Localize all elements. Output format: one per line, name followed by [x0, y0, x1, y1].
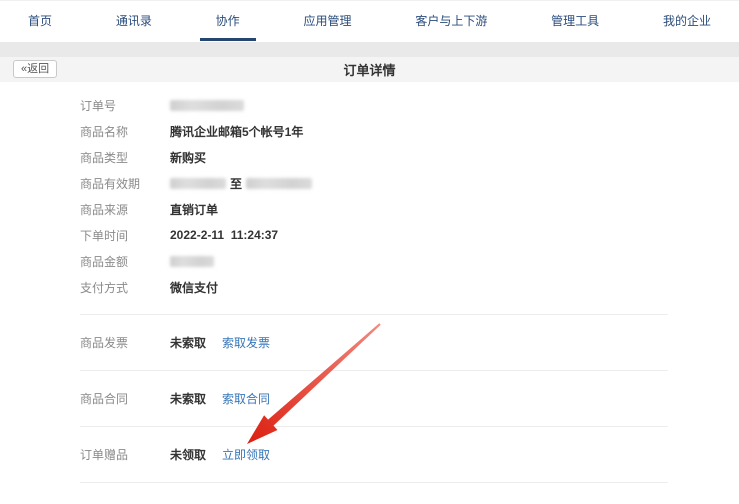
order-time-label: 下单时间	[80, 227, 170, 244]
contract-status: 未索取	[170, 390, 206, 407]
product-name-row: 商品名称 腾讯企业邮箱5个帐号1年	[80, 118, 668, 144]
order-number-label: 订单号	[80, 97, 170, 114]
payment-method-label: 支付方式	[80, 279, 170, 296]
order-time-row: 下单时间 2022-2-11 11:24:37	[80, 222, 668, 248]
nav-item-app-management[interactable]: 应用管理	[299, 1, 355, 42]
invoice-status: 未索取	[170, 334, 206, 351]
request-contract-link[interactable]: 索取合同	[222, 390, 270, 407]
gift-status: 未领取	[170, 446, 206, 463]
nav-item-collaboration[interactable]: 协作	[212, 1, 244, 42]
gift-label: 订单赠品	[80, 446, 170, 463]
validity-to-text: 至	[230, 175, 242, 192]
nav-item-my-company[interactable]: 我的企业	[659, 1, 715, 42]
request-invoice-link[interactable]: 索取发票	[222, 334, 270, 351]
order-detail-page: { "nav": { "items": [ {"label": "首页"}, {…	[0, 0, 739, 504]
nav-item-contacts[interactable]: 通讯录	[112, 1, 156, 42]
product-amount-label: 商品金额	[80, 253, 170, 270]
product-name-value: 腾讯企业邮箱5个帐号1年	[170, 123, 303, 140]
order-number-redacted-value	[170, 100, 244, 111]
title-bar: «返回 订单详情	[0, 57, 739, 82]
product-source-label: 商品来源	[80, 201, 170, 218]
payment-method-value: 微信支付	[170, 279, 218, 296]
claim-gift-link[interactable]: 立即领取	[222, 446, 270, 463]
page-title: 订单详情	[343, 60, 395, 79]
product-type-value: 新购买	[170, 149, 206, 166]
contract-section: 商品合同 未索取 索取合同	[80, 371, 668, 427]
nav-item-admin-tools[interactable]: 管理工具	[547, 1, 603, 42]
product-amount-redacted-value	[170, 256, 214, 267]
top-nav: 首页 通讯录 协作 应用管理 客户与上下游 管理工具 我的企业	[0, 1, 739, 42]
validity-period-label: 商品有效期	[80, 175, 170, 192]
order-number-row: 订单号	[80, 92, 668, 118]
product-source-row: 商品来源 直销订单	[80, 196, 668, 222]
invoice-label: 商品发票	[80, 334, 170, 351]
contract-label: 商品合同	[80, 390, 170, 407]
gift-section: 订单赠品 未领取 立即领取	[80, 427, 668, 483]
validity-period-row: 商品有效期 至	[80, 170, 668, 196]
nav-item-customers[interactable]: 客户与上下游	[411, 1, 491, 42]
validity-end-redacted-value	[246, 178, 312, 189]
payment-method-row: 支付方式 微信支付	[80, 274, 668, 300]
nav-item-home[interactable]: 首页	[24, 1, 56, 42]
product-amount-row: 商品金额	[80, 248, 668, 274]
back-button[interactable]: «返回	[13, 60, 57, 78]
divider-strip	[0, 42, 739, 57]
product-name-label: 商品名称	[80, 123, 170, 140]
invoice-section: 商品发票 未索取 索取发票	[80, 315, 668, 371]
validity-start-redacted-value	[170, 178, 226, 189]
product-source-value: 直销订单	[170, 201, 218, 218]
product-type-label: 商品类型	[80, 149, 170, 166]
product-type-row: 商品类型 新购买	[80, 144, 668, 170]
order-time-value: 2022-2-11 11:24:37	[170, 228, 278, 242]
order-detail-form: 订单号 商品名称 腾讯企业邮箱5个帐号1年 商品类型 新购买 商品有效期 至 商…	[80, 82, 668, 483]
